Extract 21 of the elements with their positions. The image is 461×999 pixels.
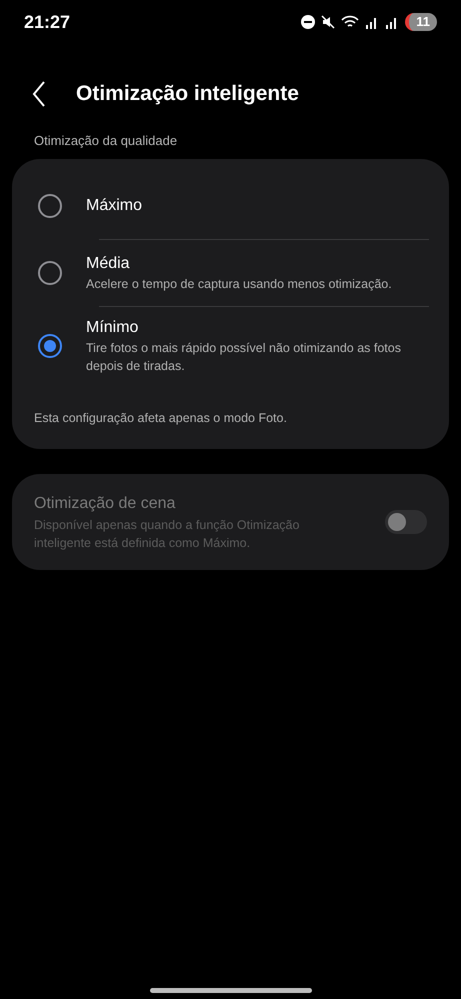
battery-indicator: 11 <box>405 13 437 31</box>
section-label: Otimização da qualidade <box>33 132 178 150</box>
option-title: Média <box>86 254 131 274</box>
radio-button[interactable] <box>38 334 62 358</box>
radio-button[interactable] <box>38 260 62 284</box>
option-description: Tire fotos o mais rápido possível não otimizando as fotos depois de tiradas. <box>86 340 402 374</box>
option-title: Máximo <box>86 196 142 216</box>
radio-option[interactable]: Mínimo Tire fotos o mais rápido possível não otimizando as fotos depois de tiradas. <box>12 306 449 384</box>
page-title: Otimização inteligente <box>76 81 299 108</box>
wifi-icon <box>341 15 360 29</box>
do-not-disturb-icon <box>301 15 316 29</box>
radio-option[interactable]: Média Acelere o tempo de captura usando menos otimização. <box>12 240 449 306</box>
setting-description: Disponível apenas quando a função Otimização inteligente está definida como Máximo. <box>34 517 300 552</box>
note-text: Esta configuração afeta apenas o modo Foto. <box>33 410 288 427</box>
option-description: Acelere o tempo de captura usando menos otimização. <box>86 276 392 292</box>
option-title: Mínimo <box>86 318 140 338</box>
mute-icon <box>321 15 336 29</box>
radio-button[interactable] <box>38 194 62 218</box>
setting-title: Otimização de cena <box>34 494 176 514</box>
clock: 21:27 <box>24 10 70 34</box>
radio-option[interactable]: Máximo <box>12 172 449 238</box>
